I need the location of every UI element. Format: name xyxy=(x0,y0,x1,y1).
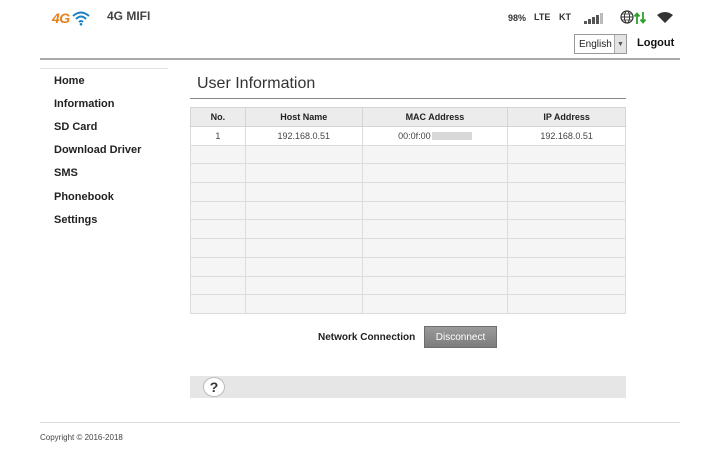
column-header-no: No. xyxy=(190,107,246,127)
table-row xyxy=(190,275,626,296)
table-row xyxy=(190,219,626,240)
logout-link[interactable]: Logout xyxy=(637,37,674,49)
user-table: No. Host Name MAC Address IP Address 1 1… xyxy=(190,107,626,314)
sidebar-item-download-driver[interactable]: Download Driver xyxy=(54,144,141,156)
disconnect-button[interactable]: Disconnect xyxy=(424,326,497,348)
table-row xyxy=(190,163,626,184)
cell-mac-address: 00:0f:00 xyxy=(361,126,509,146)
carrier-name: KT xyxy=(559,12,571,22)
column-header-mac-address: MAC Address xyxy=(362,107,509,127)
help-bar xyxy=(190,376,626,398)
table-row: 1 192.168.0.51 00:0f:00 192.168.0.51 xyxy=(190,126,626,146)
network-type: LTE xyxy=(534,12,551,22)
table-header-row: No. Host Name MAC Address IP Address xyxy=(190,107,626,127)
help-icon[interactable]: ? xyxy=(203,377,225,397)
signal-strength-icon xyxy=(584,13,603,24)
sidebar-item-phonebook[interactable]: Phonebook xyxy=(54,191,114,203)
table-row xyxy=(190,200,626,221)
title-divider xyxy=(190,98,626,99)
data-transfer-arrows-icon xyxy=(633,12,647,24)
battery-level: 98% xyxy=(508,13,527,23)
sidebar-item-information[interactable]: Information xyxy=(54,98,115,110)
sidebar-item-settings[interactable]: Settings xyxy=(54,214,97,226)
cell-no: 1 xyxy=(190,126,246,146)
cell-ip-address: 192.168.0.51 xyxy=(507,126,626,146)
copyright-text: Copyright © 2016-2018 xyxy=(40,433,123,442)
header-divider xyxy=(40,58,680,60)
table-row xyxy=(190,238,626,258)
mac-redaction xyxy=(431,132,472,141)
column-header-ip-address: IP Address xyxy=(507,107,626,127)
language-select-value: English xyxy=(579,38,612,50)
page-title: User Information xyxy=(197,75,316,92)
mac-address-text: 00:0f:00 xyxy=(398,130,431,141)
status-bar: 98% LTE KT xyxy=(0,10,720,26)
table-row xyxy=(190,256,626,277)
sidebar-item-sms[interactable]: SMS xyxy=(54,167,78,179)
column-header-host-name: Host Name xyxy=(245,107,363,127)
globe-icon xyxy=(620,10,634,24)
table-row xyxy=(190,144,626,165)
network-connection-label: Network Connection xyxy=(318,332,416,343)
table-row xyxy=(190,182,626,202)
sidebar-divider xyxy=(40,68,168,69)
cell-host-name: 192.168.0.51 xyxy=(244,126,363,146)
sidebar-item-sd-card[interactable]: SD Card xyxy=(54,121,97,133)
language-select[interactable]: English ▼ xyxy=(574,34,627,54)
sidebar-item-home[interactable]: Home xyxy=(54,75,85,87)
chevron-down-icon[interactable]: ▼ xyxy=(614,35,626,53)
table-row xyxy=(190,294,626,314)
footer-divider xyxy=(40,422,680,423)
wifi-status-icon xyxy=(657,12,673,23)
